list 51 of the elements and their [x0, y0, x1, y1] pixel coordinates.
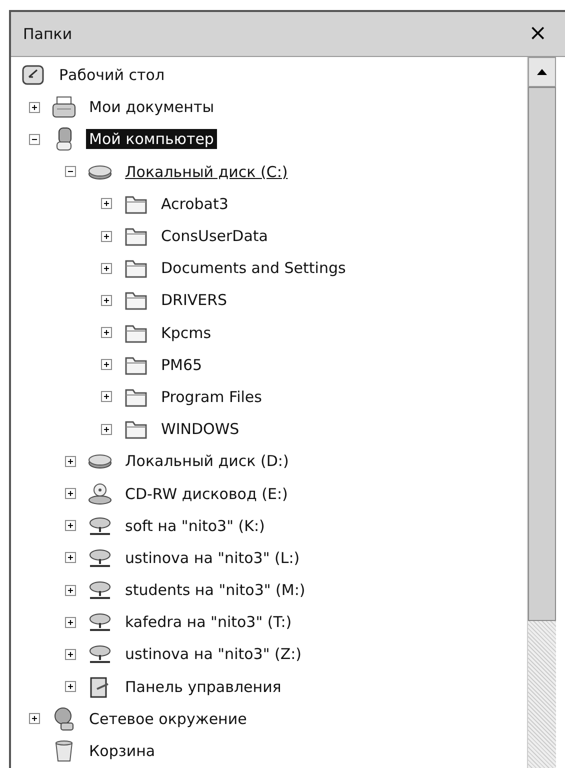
up-arrow-icon [536, 68, 548, 76]
tree-item[interactable]: kafedra на "nito3" (T:) [122, 612, 295, 632]
tree-item[interactable]: Локальный диск (D:) [122, 451, 292, 472]
close-button[interactable]: × [528, 23, 547, 45]
tree-item[interactable]: ustinova на "nito3" (Z:) [122, 644, 305, 664]
tree-item[interactable]: Рабочий стол [56, 65, 168, 86]
tree-item[interactable]: Мои документы [86, 97, 218, 118]
expander-toggle[interactable] [65, 488, 76, 500]
expander-toggle[interactable] [65, 584, 76, 596]
tree-item[interactable]: Acrobat3 [158, 194, 232, 214]
expander-toggle[interactable] [65, 166, 76, 178]
desktop-icon [21, 63, 47, 88]
expander-toggle[interactable] [101, 198, 112, 210]
scroll-thumb[interactable] [528, 87, 556, 621]
expander-toggle[interactable] [65, 520, 76, 532]
tree-item[interactable]: Сетевое окружение [86, 708, 250, 729]
tree-item[interactable]: Панель управления [122, 676, 284, 697]
tree-item[interactable]: soft на "nito3" (K:) [122, 516, 268, 536]
expander-toggle[interactable] [29, 713, 40, 724]
cd-drive-icon [87, 482, 113, 506]
expander-toggle[interactable] [29, 134, 40, 145]
expander-toggle[interactable] [101, 327, 112, 338]
tree-item[interactable]: Program Files [158, 386, 265, 407]
expander-toggle[interactable] [65, 456, 76, 467]
tree-item[interactable]: DRIVERS [158, 290, 230, 310]
tree-item[interactable]: Корзина [86, 741, 158, 762]
tree-item[interactable]: Локальный диск (C:) [122, 162, 291, 182]
tree-item[interactable]: Мой компьютер [86, 129, 217, 150]
expander-toggle[interactable] [65, 681, 76, 692]
tree-item[interactable]: PM65 [158, 354, 206, 375]
tree-item[interactable]: ConsUserData [158, 226, 271, 246]
expander-toggle[interactable] [65, 616, 76, 628]
tree-item[interactable]: ustinova на "nito3" (L:) [122, 548, 303, 568]
expander-toggle[interactable] [65, 552, 76, 564]
expander-toggle[interactable] [101, 230, 112, 242]
tree-item[interactable]: WINDOWS [158, 419, 242, 440]
expander-toggle[interactable] [101, 424, 112, 435]
tree-item[interactable]: Kpcms [158, 322, 214, 343]
expander-toggle[interactable] [29, 102, 40, 113]
expander-toggle[interactable] [101, 359, 112, 370]
documents-icon [51, 95, 77, 120]
panel-title: Папки [23, 25, 72, 43]
expander-toggle[interactable] [65, 648, 76, 660]
scrollbar[interactable] [527, 57, 556, 768]
tree-item[interactable]: Documents and Settings [158, 258, 349, 278]
tree-item[interactable]: students на "nito3" (M:) [122, 580, 308, 600]
expander-toggle[interactable] [101, 294, 112, 306]
expander-toggle[interactable] [101, 391, 112, 402]
expander-toggle[interactable] [101, 262, 112, 274]
scroll-up-button[interactable] [528, 57, 556, 87]
tree-item[interactable]: CD-RW дисковод (E:) [122, 484, 291, 504]
